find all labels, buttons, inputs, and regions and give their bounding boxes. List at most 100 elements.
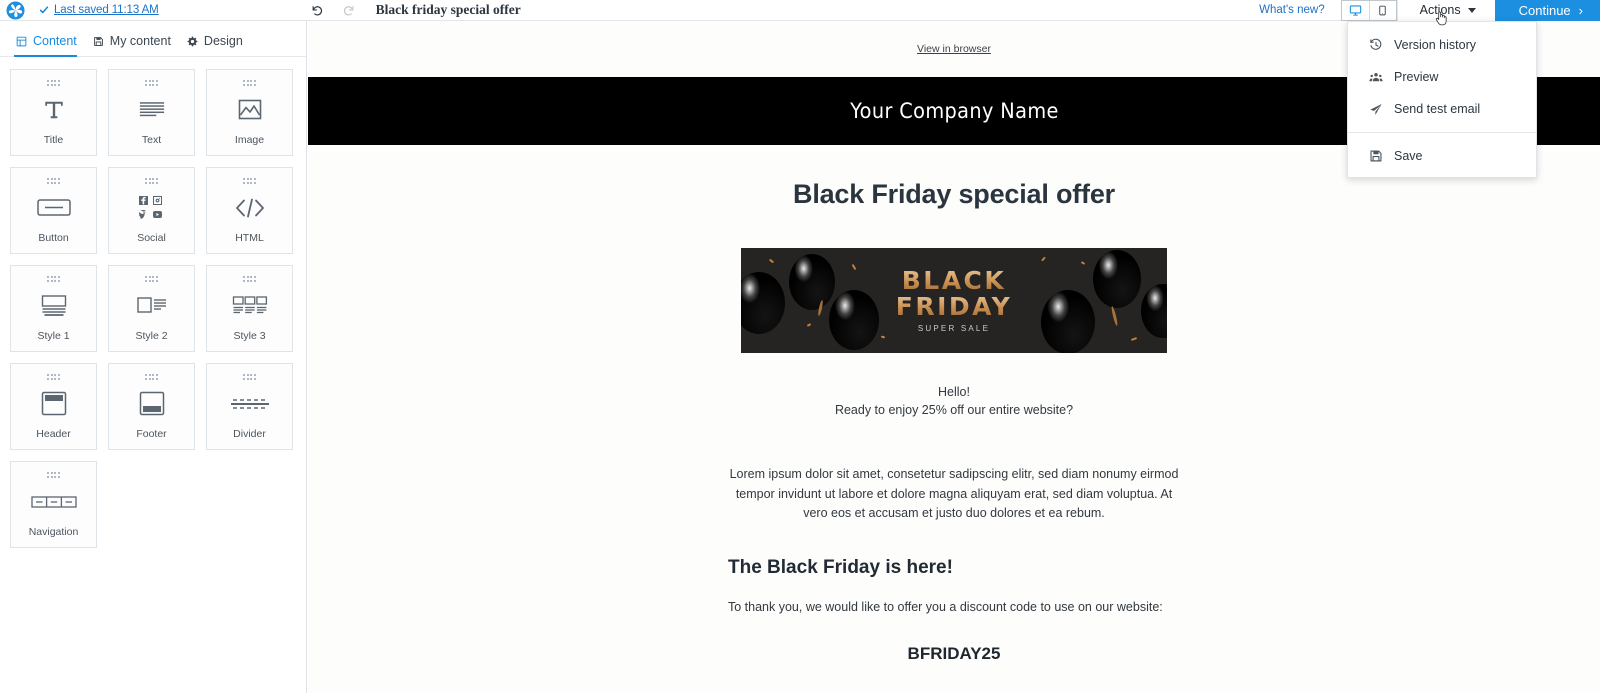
banner-line-1: BLACK [901, 265, 1007, 295]
block-footer[interactable]: Footer [108, 363, 195, 450]
greeting-intro: Ready to enjoy 25% off our entire websit… [834, 403, 1074, 418]
menu-item-send-test-email[interactable]: Send test email [1348, 93, 1536, 125]
lorem-paragraph[interactable]: Lorem ipsum dolor sit amet, consetetur s… [728, 465, 1180, 523]
block-image[interactable]: Image [206, 69, 293, 156]
menu-item-label: Save [1394, 149, 1423, 163]
layout-style-3-icon [207, 282, 292, 330]
floppy-disk-save-icon [1369, 149, 1383, 163]
actions-menu-button[interactable]: Actions [1396, 0, 1495, 21]
balloon-decoration [1141, 284, 1167, 338]
block-label: Image [234, 134, 265, 146]
history-clock-icon [1369, 38, 1383, 52]
footer-block-icon [109, 380, 194, 428]
header-block-icon [11, 380, 96, 428]
whats-new-link[interactable]: What's new? [1259, 0, 1324, 21]
continue-button[interactable]: Continue › [1494, 0, 1600, 21]
balloon-decoration [829, 290, 879, 350]
block-style-3[interactable]: Style 3 [206, 265, 293, 352]
topbar-right-group: What's new? Actions Continue › [1259, 0, 1600, 21]
confetti-decoration [768, 258, 775, 264]
block-html[interactable]: HTML [206, 167, 293, 254]
archive-icon [93, 36, 103, 46]
confetti-decoration [806, 323, 812, 327]
block-label: Style 2 [135, 330, 168, 342]
block-divider[interactable]: Divider [206, 363, 293, 450]
desktop-view-button[interactable] [1341, 0, 1369, 20]
mobile-icon [1379, 5, 1386, 15]
block-style-1[interactable]: Style 1 [10, 265, 97, 352]
black-friday-banner-image: BLACK FRIDAY SUPER SALE [741, 248, 1167, 353]
block-label: Header [36, 428, 71, 440]
block-header[interactable]: Header [10, 363, 97, 450]
balloon-decoration [1093, 250, 1141, 308]
block-label: Footer [136, 428, 167, 440]
actions-dropdown-menu: Version history Preview Send test email [1347, 21, 1537, 178]
menu-item-preview[interactable]: Preview [1348, 61, 1536, 93]
chevron-right-icon: › [1578, 2, 1583, 18]
continue-button-label: Continue [1518, 2, 1571, 18]
menu-item-version-history[interactable]: Version history [1348, 29, 1536, 61]
block-label: Navigation [28, 526, 79, 538]
email-subheading[interactable]: The Black Friday is here! [728, 557, 1180, 579]
last-saved-status: Last saved 11:13 AM [39, 4, 159, 16]
title-T-icon [11, 86, 96, 134]
menu-item-label: Preview [1394, 70, 1439, 84]
redo-icon[interactable] [342, 4, 355, 17]
device-preview-toggle [1340, 0, 1397, 21]
ribbon-decoration [1110, 305, 1119, 327]
block-label: Style 1 [37, 330, 70, 342]
block-navigation[interactable]: Navigation [10, 461, 97, 548]
grid-icon [16, 36, 27, 46]
block-label: HTML [235, 232, 264, 244]
tab-design-label: Design [203, 34, 243, 48]
discount-code[interactable]: BFRIDAY25 [308, 644, 1600, 664]
greeting-hello: Hello! [938, 385, 970, 399]
confetti-decoration [1041, 256, 1046, 262]
tab-content[interactable]: Content [14, 34, 91, 57]
confetti-decoration [1080, 261, 1086, 265]
tab-my-content[interactable]: My content [91, 34, 185, 56]
block-button[interactable]: Button [10, 167, 97, 254]
app-logo[interactable] [0, 0, 30, 21]
block-text[interactable]: Text [108, 69, 195, 156]
block-style-2[interactable]: Style 2 [108, 265, 195, 352]
tab-my-content-label: My content [109, 34, 171, 48]
tab-design[interactable]: Design [185, 34, 257, 56]
mobile-view-button[interactable] [1368, 0, 1396, 20]
block-label: Divider [233, 428, 266, 440]
check-icon [39, 6, 49, 14]
company-name-text: Your Company Name [849, 99, 1059, 123]
email-body: Black Friday special offer BLACK FRIDAY … [308, 179, 1600, 674]
actions-button-label: Actions [1419, 3, 1461, 17]
block-label: Style 3 [233, 330, 266, 342]
text-lines-icon [109, 86, 194, 134]
view-in-browser-link[interactable]: View in browser [917, 43, 991, 55]
layout-style-2-icon [109, 282, 194, 330]
menu-item-label: Version history [1394, 38, 1476, 52]
gear-icon [187, 36, 198, 46]
undo-icon[interactable] [311, 4, 324, 17]
block-social[interactable]: Social [108, 167, 195, 254]
banner-subtitle: SUPER SALE [917, 324, 991, 334]
block-label: Title [43, 134, 64, 146]
balloon-decoration [1041, 290, 1095, 353]
brevo-pinwheel-logo-icon [5, 0, 25, 20]
people-preview-icon [1369, 70, 1383, 84]
chevron-down-icon [1467, 7, 1476, 13]
greeting-block[interactable]: Hello! Ready to enjoy 25% off our entire… [308, 383, 1600, 419]
block-label: Social [137, 232, 166, 244]
confetti-decoration [851, 263, 857, 271]
button-icon [11, 184, 96, 232]
social-networks-icon [109, 184, 194, 232]
block-title[interactable]: Title [10, 69, 97, 156]
menu-divider [1348, 132, 1536, 133]
menu-item-save[interactable]: Save [1348, 140, 1536, 172]
block-label: Button [38, 232, 69, 244]
email-heading[interactable]: Black Friday special offer [308, 179, 1600, 210]
divider-icon [207, 380, 292, 428]
last-saved-link[interactable]: Last saved 11:13 AM [54, 4, 159, 16]
image-icon [207, 86, 292, 134]
banner-image-block[interactable]: BLACK FRIDAY SUPER SALE [308, 248, 1600, 353]
confetti-decoration [1130, 337, 1138, 341]
thanks-paragraph[interactable]: To thank you, we would like to offer you… [728, 600, 1180, 614]
